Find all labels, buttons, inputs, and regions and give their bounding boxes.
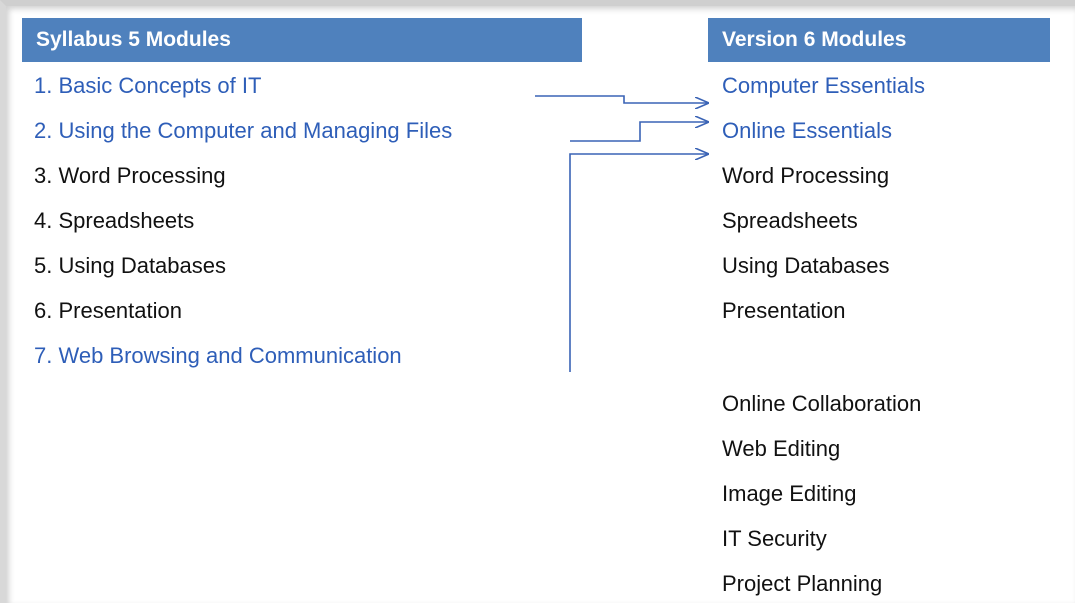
- mapping-connectors: [535, 95, 1075, 372]
- connector-web-browsing-to-online-essentials: [569, 154, 708, 372]
- connector-using-computer-to-online-essentials: [570, 122, 708, 142]
- connector-basic-concepts-to-computer-essentials: [535, 95, 708, 103]
